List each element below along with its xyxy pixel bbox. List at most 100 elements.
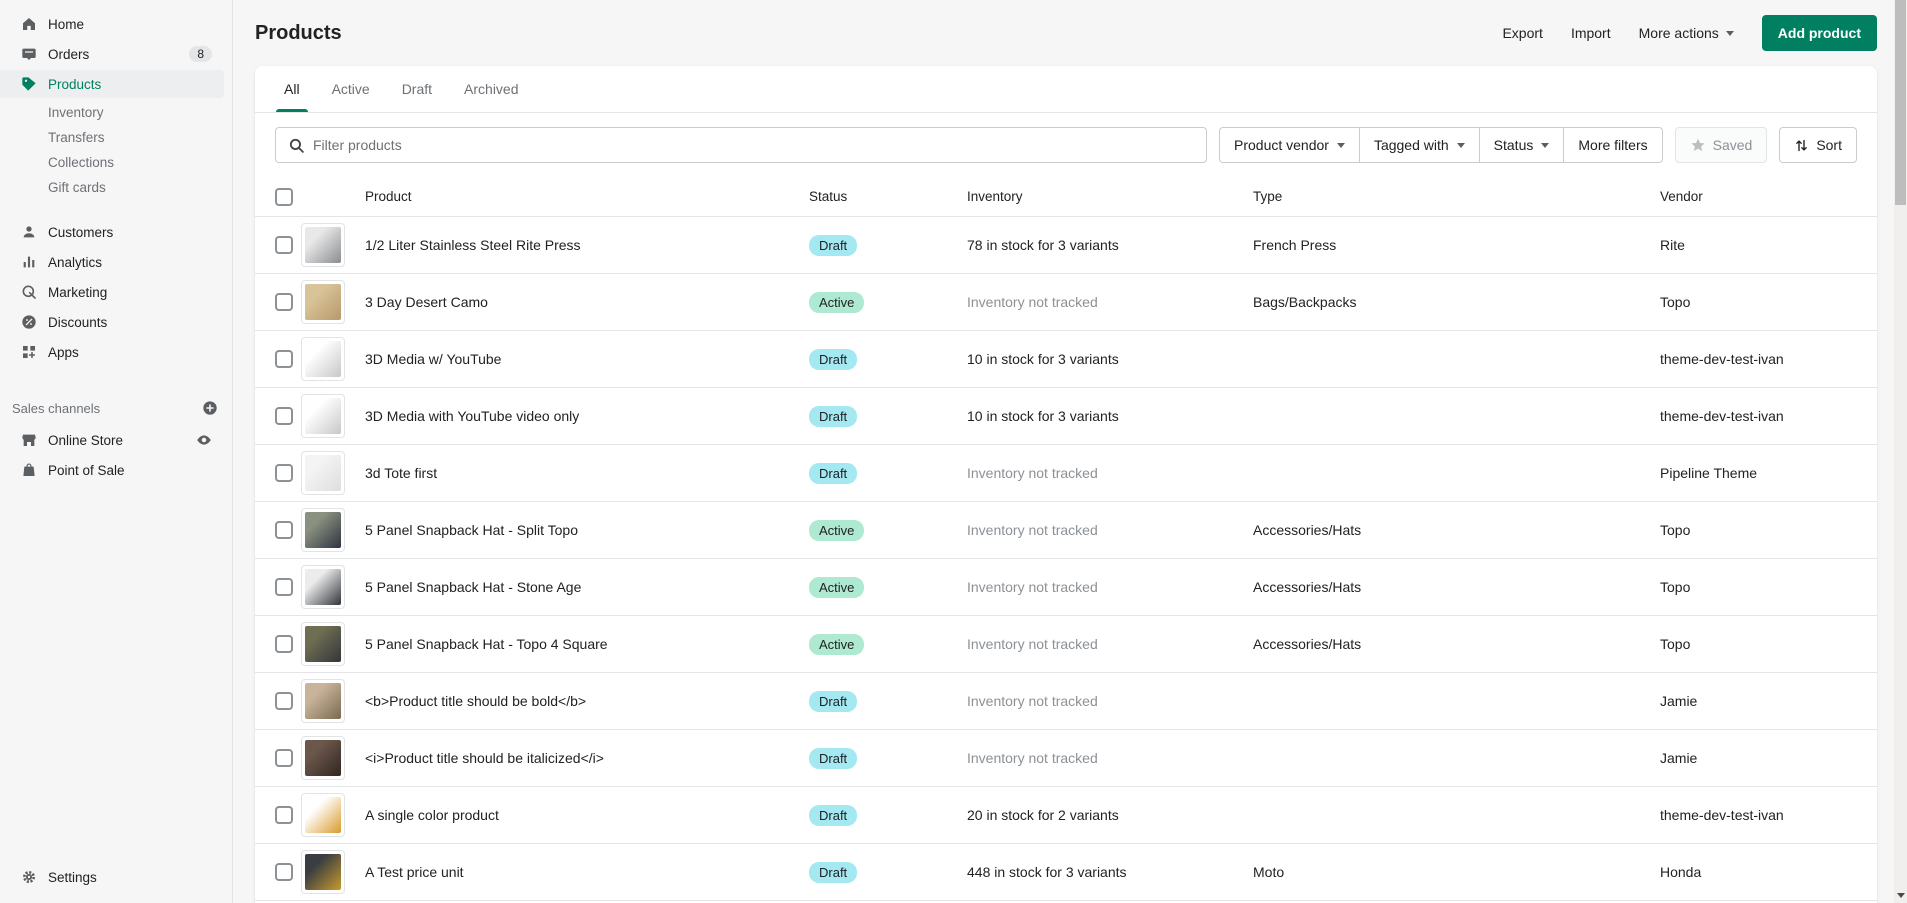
vendor-cell: Topo [1660, 579, 1691, 595]
status-badge: Draft [809, 804, 858, 826]
column-header-status: Status [809, 189, 848, 204]
scrollbar-thumb[interactable] [1895, 0, 1906, 205]
sidebar-item-label: Apps [48, 344, 79, 360]
sidebar-item-customers[interactable]: Customers [0, 218, 224, 246]
table-row: A Test price unit Draft 448 in stock for… [255, 844, 1877, 901]
column-header-inventory: Inventory [967, 189, 1023, 204]
status-badge: Draft [809, 690, 858, 712]
vendor-cell: theme-dev-test-ivan [1660, 351, 1784, 367]
sidebar-item-online-store[interactable]: Online Store [0, 426, 224, 454]
import-button[interactable]: Import [1571, 25, 1611, 41]
shopping-bag-icon [20, 461, 38, 479]
row-checkbox[interactable] [275, 806, 293, 824]
search-icon [288, 137, 305, 154]
row-checkbox[interactable] [275, 863, 293, 881]
sidebar-item-discounts[interactable]: Discounts [0, 308, 224, 336]
tab-draft[interactable]: Draft [386, 66, 448, 112]
tab-active[interactable]: Active [316, 66, 386, 112]
row-checkbox[interactable] [275, 749, 293, 767]
chevron-down-icon [1456, 142, 1465, 148]
select-all-checkbox[interactable] [275, 187, 293, 206]
type-cell: Bags/Backpacks [1253, 294, 1357, 310]
inventory-cell: Inventory not tracked [967, 693, 1098, 709]
product-thumbnail [301, 508, 345, 552]
column-header-vendor: Vendor [1660, 189, 1703, 204]
more-actions-button[interactable]: More actions [1639, 25, 1734, 41]
scrollbar-down-arrow[interactable] [1894, 890, 1907, 900]
product-title-link[interactable]: A Test price unit [365, 864, 809, 880]
more-filters-button[interactable]: More filters [1564, 127, 1663, 163]
product-title-link[interactable]: 5 Panel Snapback Hat - Split Topo [365, 522, 809, 538]
product-title-link[interactable]: <b>Product title should be bold</b> [365, 693, 809, 709]
row-checkbox[interactable] [275, 692, 293, 710]
product-thumbnail [301, 850, 345, 894]
inventory-cell: 20 in stock for 2 variants [967, 807, 1119, 823]
analytics-icon [20, 253, 38, 271]
table-header: Product Status Inventory Type Vendor [255, 177, 1877, 217]
product-thumbnail [301, 565, 345, 609]
tagged-with-filter-button[interactable]: Tagged with [1359, 127, 1480, 163]
table-row: 1/2 Liter Stainless Steel Rite Press Dra… [255, 217, 1877, 274]
sidebar-item-gift-cards[interactable]: Gift cards [0, 175, 232, 200]
sidebar-item-marketing[interactable]: Marketing [0, 278, 224, 306]
sidebar-item-settings[interactable]: Settings [0, 863, 224, 891]
export-button[interactable]: Export [1502, 25, 1542, 41]
product-title-link[interactable]: 5 Panel Snapback Hat - Topo 4 Square [365, 636, 809, 652]
view-online-store-eye-icon[interactable] [196, 432, 212, 448]
status-tabs: All Active Draft Archived [255, 66, 1877, 113]
saved-button[interactable]: Saved [1674, 127, 1768, 163]
sales-channels-header: Sales channels [0, 390, 232, 424]
inventory-cell: 10 in stock for 3 variants [967, 351, 1119, 367]
inventory-cell: Inventory not tracked [967, 636, 1098, 652]
product-title-link[interactable]: 1/2 Liter Stainless Steel Rite Press [365, 237, 809, 253]
table-row: <i>Product title should be italicized</i… [255, 730, 1877, 787]
product-title-link[interactable]: 3 Day Desert Camo [365, 294, 809, 310]
sidebar-item-transfers[interactable]: Transfers [0, 125, 232, 150]
marketing-icon [20, 283, 38, 301]
product-title-link[interactable]: A single color product [365, 807, 809, 823]
add-product-button[interactable]: Add product [1761, 15, 1877, 51]
type-cell: Accessories/Hats [1253, 522, 1362, 538]
vendor-cell: theme-dev-test-ivan [1660, 408, 1784, 424]
sidebar-item-analytics[interactable]: Analytics [0, 248, 224, 276]
tab-archived[interactable]: Archived [448, 66, 534, 112]
sidebar-item-point-of-sale[interactable]: Point of Sale [0, 456, 224, 484]
vertical-scrollbar [1894, 0, 1907, 903]
customers-icon [20, 223, 38, 241]
product-title-link[interactable]: 3d Tote first [365, 465, 809, 481]
product-title-link[interactable]: 5 Panel Snapback Hat - Stone Age [365, 579, 809, 595]
sidebar-item-inventory[interactable]: Inventory [0, 100, 232, 125]
add-sales-channel-icon[interactable] [202, 400, 218, 416]
row-checkbox[interactable] [275, 407, 293, 425]
sidebar-item-collections[interactable]: Collections [0, 150, 232, 175]
sidebar-item-apps[interactable]: Apps [0, 338, 224, 366]
sidebar-item-products[interactable]: Products [0, 70, 224, 98]
status-badge: Draft [809, 747, 858, 769]
row-checkbox[interactable] [275, 464, 293, 482]
filter-bar: Product vendor Tagged with Status More f… [255, 113, 1877, 177]
row-checkbox[interactable] [275, 635, 293, 653]
sidebar-item-label: Marketing [48, 284, 108, 300]
vendor-cell: Topo [1660, 522, 1691, 538]
product-thumbnail [301, 223, 345, 267]
product-title-link[interactable]: <i>Product title should be italicized</i… [365, 750, 809, 766]
row-checkbox[interactable] [275, 236, 293, 254]
row-checkbox[interactable] [275, 521, 293, 539]
product-vendor-filter-button[interactable]: Product vendor [1219, 127, 1360, 163]
vendor-cell: Pipeline Theme [1660, 465, 1758, 481]
product-rows: 1/2 Liter Stainless Steel Rite Press Dra… [255, 217, 1877, 901]
product-title-link[interactable]: 3D Media w/ YouTube [365, 351, 809, 367]
sidebar: Home Orders 8 Products Inventory Transfe… [0, 0, 233, 903]
row-checkbox[interactable] [275, 350, 293, 368]
vendor-cell: Rite [1660, 237, 1685, 253]
status-filter-button[interactable]: Status [1479, 127, 1565, 163]
product-title-link[interactable]: 3D Media with YouTube video only [365, 408, 809, 424]
row-checkbox[interactable] [275, 578, 293, 596]
row-checkbox[interactable] [275, 293, 293, 311]
apps-icon [20, 343, 38, 361]
sort-button[interactable]: Sort [1779, 127, 1857, 163]
sidebar-item-home[interactable]: Home [0, 10, 224, 38]
sidebar-item-orders[interactable]: Orders 8 [0, 40, 224, 68]
tab-all[interactable]: All [268, 66, 316, 112]
filter-products-input[interactable] [313, 137, 1194, 153]
